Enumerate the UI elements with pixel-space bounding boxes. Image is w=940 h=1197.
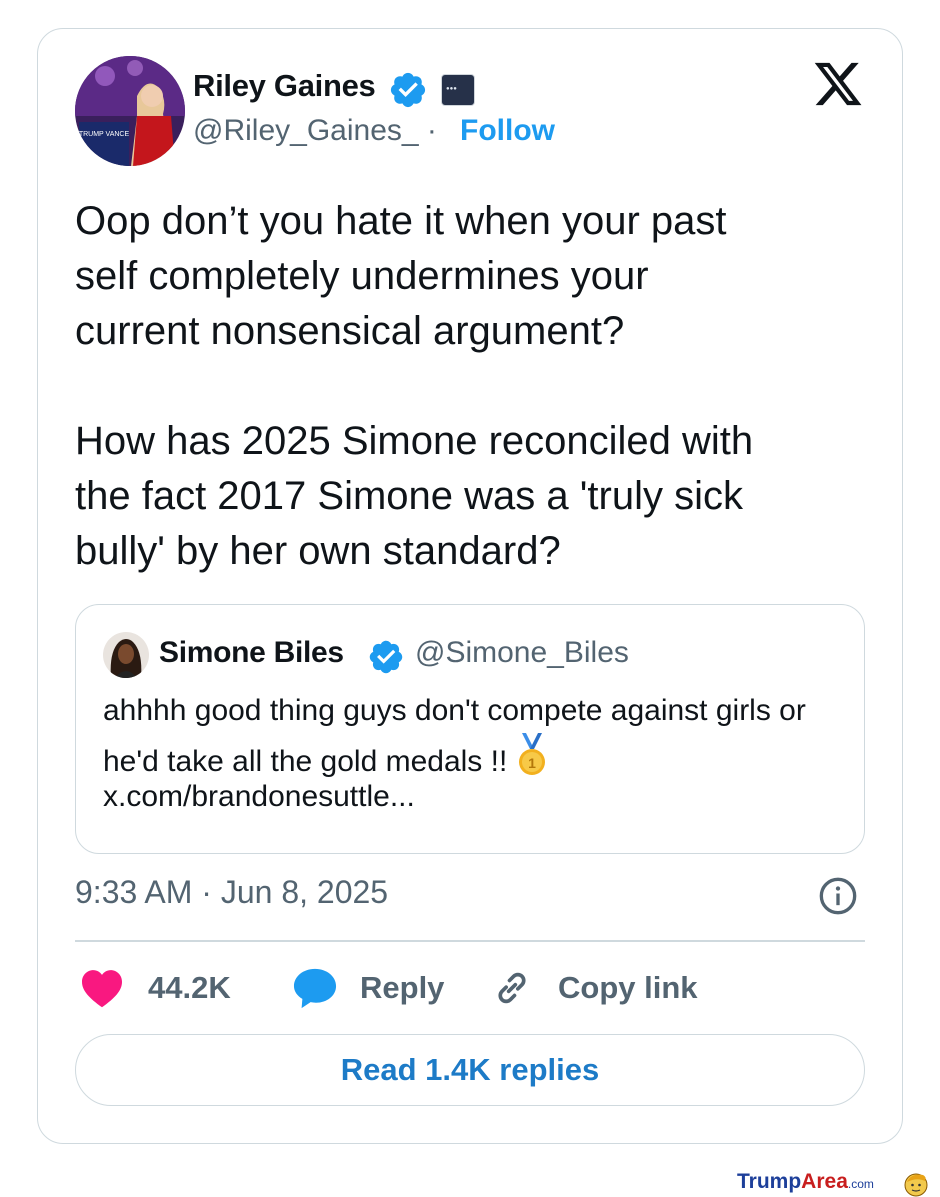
avatar-sign-text: TRUMP VANCE — [79, 131, 130, 138]
tweet-text: Oop don’t you hate it when your past sel… — [75, 199, 754, 573]
author-name[interactable]: Riley Gaines — [193, 68, 376, 104]
heart-icon — [82, 970, 122, 1008]
info-icon[interactable] — [818, 876, 858, 916]
affiliate-badge-icon[interactable]: ●●● — [441, 74, 475, 106]
verified-badge-icon — [390, 72, 426, 108]
author-handle-text: @Riley_Gaines_ — [193, 114, 419, 147]
svg-text:1: 1 — [528, 755, 536, 771]
follow-button[interactable]: Follow — [460, 114, 555, 148]
quoted-tweet-text: ahhhh good thing guys don't compete agai… — [103, 688, 843, 784]
author-handle[interactable]: @Riley_Gaines_ · — [193, 114, 437, 148]
quoted-author-avatar[interactable] — [103, 632, 149, 678]
reply-button[interactable]: Reply — [292, 960, 444, 1016]
verified-badge-icon — [369, 640, 403, 674]
read-replies-button[interactable]: Read 1.4K replies — [75, 1034, 865, 1106]
handle-separator: · — [426, 114, 437, 147]
tweet-timestamp[interactable]: 9:33 AM · Jun 8, 2025 — [75, 874, 388, 911]
like-count: 44.2K — [148, 970, 231, 1005]
copy-link-button[interactable]: Copy link — [492, 960, 698, 1016]
watermark-part2: Area — [801, 1170, 848, 1193]
author-avatar[interactable]: TRUMP VANCE — [75, 56, 185, 166]
watermark-part3: .com — [847, 1177, 874, 1191]
divider — [75, 940, 865, 942]
site-watermark: TrumpArea.com — [737, 1170, 874, 1194]
quoted-tweet-body: ahhhh good thing guys don't compete agai… — [103, 694, 806, 778]
watermark-logo-icon — [904, 1173, 928, 1197]
like-button[interactable]: 44.2K — [80, 960, 231, 1016]
copy-link-label: Copy link — [558, 970, 698, 1005]
gold-medal-icon: 1 — [518, 733, 545, 775]
quoted-tweet-link[interactable]: x.com/brandonesuttle... — [103, 780, 415, 814]
reply-label: Reply — [360, 970, 445, 1005]
link-icon — [498, 972, 526, 1004]
quoted-author-name: Simone Biles — [159, 636, 344, 669]
reply-bubble-icon — [293, 968, 337, 1009]
watermark-part1: Trump — [737, 1170, 802, 1193]
x-logo-icon[interactable] — [811, 58, 865, 110]
quoted-author-handle: @Simone_Biles — [415, 636, 629, 669]
